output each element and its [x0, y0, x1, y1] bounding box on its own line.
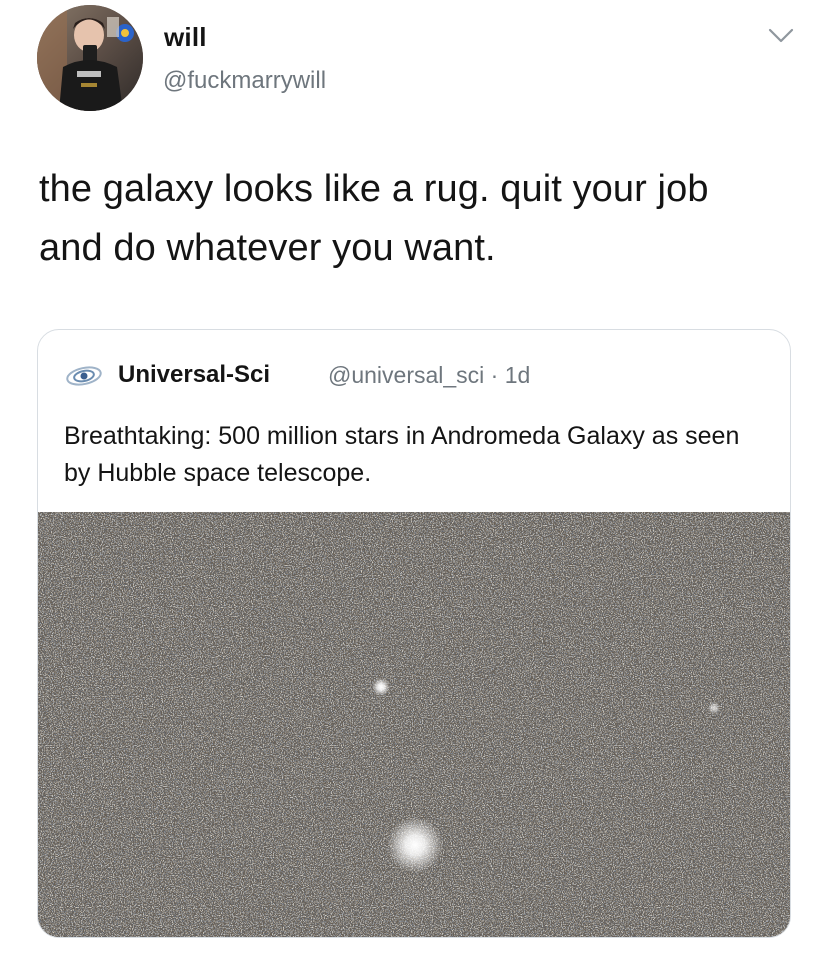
tweet-card: will @fuckmarrywill the galaxy looks lik… [0, 0, 828, 963]
quoted-author-name[interactable]: Universal-Sci [118, 361, 270, 389]
quoted-author-handle[interactable]: @universal_sci · 1d [328, 362, 530, 389]
avatar[interactable] [37, 5, 143, 111]
chevron-down-icon[interactable] [768, 27, 794, 45]
author-handle[interactable]: @fuckmarrywill [163, 67, 326, 95]
galaxy-photo[interactable] [38, 512, 790, 937]
quoted-tweet-text: Breathtaking: 500 million stars in Andro… [64, 422, 740, 487]
tweet-text: the galaxy looks like a rug. quit your j… [39, 168, 709, 269]
galaxy-logo-icon [66, 366, 102, 386]
quoted-tweet[interactable]: Universal-Sci @universal_sci · 1d Breath… [37, 329, 791, 938]
author-name[interactable]: will [164, 22, 207, 53]
